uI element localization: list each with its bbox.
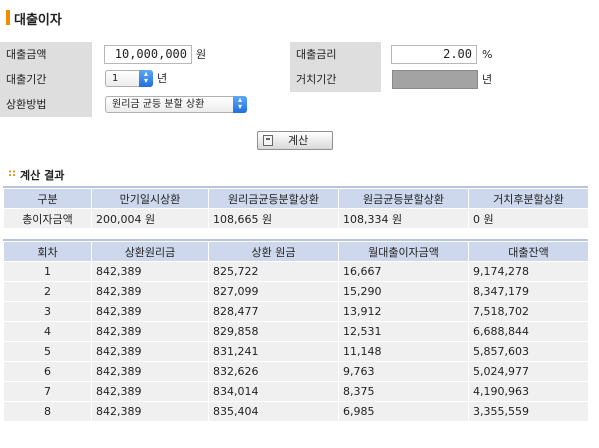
schedule-header-row: 회차 상환원리금 상환 원금 월대출이자금액 대출잔액 <box>3 241 589 262</box>
loan-amount-unit: 원 <box>196 48 207 61</box>
schedule-cell: 8,347,179 <box>468 281 589 302</box>
loan-period-unit: 년 <box>157 72 168 85</box>
schedule-cell: 7,518,702 <box>468 301 589 322</box>
chevron-updown-icon: ▴ ▾ <box>233 96 247 113</box>
loan-rate-label: 대출금리 <box>290 42 381 67</box>
schedule-cell: 6 <box>3 361 92 382</box>
summary-header-cell: 구분 <box>3 188 92 209</box>
summary-cell: 108,334 원 <box>338 208 469 229</box>
schedule-cell: 828,477 <box>208 301 339 322</box>
schedule-cell: 16,667 <box>338 261 469 282</box>
page-title: 대출이자 <box>14 13 62 28</box>
calculator-icon <box>263 135 273 146</box>
schedule-row: 3 842,389 828,477 13,912 7,518,702 <box>3 301 589 322</box>
title-accent-bar <box>6 10 10 25</box>
schedule-cell: 842,389 <box>91 361 209 382</box>
schedule-cell: 831,241 <box>208 341 339 362</box>
calculate-button-label: 계산 <box>288 134 309 147</box>
schedule-header-cell: 상환 원금 <box>208 241 339 262</box>
schedule-row: 8 842,389 835,404 6,985 3,355,559 <box>3 401 589 422</box>
schedule-row: 7 842,389 834,014 8,375 4,190,963 <box>3 381 589 402</box>
summary-header-row: 구분 만기일시상환 원리금균등분할상환 원금균등분할상환 거치후분할상환 <box>3 188 589 209</box>
schedule-cell: 834,014 <box>208 381 339 402</box>
schedule-cell: 15,290 <box>338 281 469 302</box>
schedule-cell: 842,389 <box>91 341 209 362</box>
schedule-cell: 842,389 <box>91 261 209 282</box>
schedule-cell: 2 <box>3 281 92 302</box>
summary-header-cell: 원금균등분할상환 <box>338 188 469 209</box>
summary-header-cell: 원리금균등분할상환 <box>208 188 339 209</box>
schedule-cell: 835,404 <box>208 401 339 422</box>
results-section-title: 계산 결과 <box>20 169 65 182</box>
schedule-cell: 5,857,603 <box>468 341 589 362</box>
schedule-table: 회차 상환원리금 상환 원금 월대출이자금액 대출잔액 1 842,389 825,… <box>3 241 589 422</box>
schedule-cell: 8 <box>3 401 92 422</box>
schedule-cell: 5 <box>3 341 92 362</box>
schedule-header-cell: 월대출이자금액 <box>338 241 469 262</box>
summary-row: 총이자금액 200,004 원 108,665 원 108,334 원 0 원 <box>3 208 589 229</box>
repay-method-label: 상환방법 <box>0 92 92 117</box>
schedule-cell: 842,389 <box>91 281 209 302</box>
schedule-header-cell: 상환원리금 <box>91 241 209 262</box>
schedule-cell: 842,389 <box>91 401 209 422</box>
grace-period-label: 거치기간 <box>290 67 381 92</box>
loan-rate-unit: % <box>482 48 493 61</box>
schedule-cell: 11,148 <box>338 341 469 362</box>
loan-period-select[interactable]: 1 ▴ ▾ <box>105 70 153 87</box>
schedule-cell: 12,531 <box>338 321 469 342</box>
grace-period-unit: 년 <box>482 73 493 86</box>
loan-rate-input[interactable]: 2.00 <box>391 45 477 64</box>
loan-period-value: 1 <box>112 73 119 84</box>
schedule-cell: 8,375 <box>338 381 469 402</box>
summary-cell: 0 원 <box>468 208 589 229</box>
schedule-cell: 832,626 <box>208 361 339 382</box>
schedule-cell: 842,389 <box>91 321 209 342</box>
schedule-row: 4 842,389 829,858 12,531 6,688,844 <box>3 321 589 342</box>
schedule-cell: 3,355,559 <box>468 401 589 422</box>
schedule-cell: 1 <box>3 261 92 282</box>
schedule-cell: 13,912 <box>338 301 469 322</box>
schedule-cell: 829,858 <box>208 321 339 342</box>
summary-cell: 200,004 원 <box>91 208 209 229</box>
summary-header-cell: 거치후분할상환 <box>468 188 589 209</box>
schedule-cell: 6,985 <box>338 401 469 422</box>
schedule-cell: 4 <box>3 321 92 342</box>
schedule-cell: 9,763 <box>338 361 469 382</box>
schedule-cell: 6,688,844 <box>468 321 589 342</box>
schedule-cell: 827,099 <box>208 281 339 302</box>
schedule-cell: 9,174,278 <box>468 261 589 282</box>
schedule-header-cell: 대출잔액 <box>468 241 589 262</box>
section-marker: :: <box>8 168 16 179</box>
schedule-cell: 7 <box>3 381 92 402</box>
chevron-updown-icon: ▴ ▾ <box>139 70 153 87</box>
schedule-row: 1 842,389 825,722 16,667 9,174,278 <box>3 261 589 282</box>
schedule-row: 5 842,389 831,241 11,148 5,857,603 <box>3 341 589 362</box>
schedule-cell: 825,722 <box>208 261 339 282</box>
loan-amount-input[interactable]: 10,000,000 <box>104 45 192 64</box>
schedule-cell: 842,389 <box>91 301 209 322</box>
loan-amount-label: 대출금액 <box>0 42 92 67</box>
grace-period-input <box>392 70 478 89</box>
schedule-cell: 5,024,977 <box>468 361 589 382</box>
schedule-cell: 3 <box>3 301 92 322</box>
repay-method-select[interactable]: 원리금 균등 분할 상환 ▴ ▾ <box>105 96 247 113</box>
schedule-cell: 4,190,963 <box>468 381 589 402</box>
schedule-cell: 842,389 <box>91 381 209 402</box>
schedule-header-cell: 회차 <box>3 241 92 262</box>
calculate-button[interactable]: 계산 <box>257 131 333 150</box>
summary-table: 구분 만기일시상환 원리금균등분할상환 원금균등분할상환 거치후분할상환 총이자… <box>3 188 589 229</box>
schedule-row: 6 842,389 832,626 9,763 5,024,977 <box>3 361 589 382</box>
repay-method-value: 원리금 균등 분할 상환 <box>112 99 205 110</box>
summary-cell: 108,665 원 <box>208 208 339 229</box>
summary-cell: 총이자금액 <box>3 208 92 229</box>
schedule-row: 2 842,389 827,099 15,290 8,347,179 <box>3 281 589 302</box>
summary-header-cell: 만기일시상환 <box>91 188 209 209</box>
loan-period-label: 대출기간 <box>0 67 92 92</box>
